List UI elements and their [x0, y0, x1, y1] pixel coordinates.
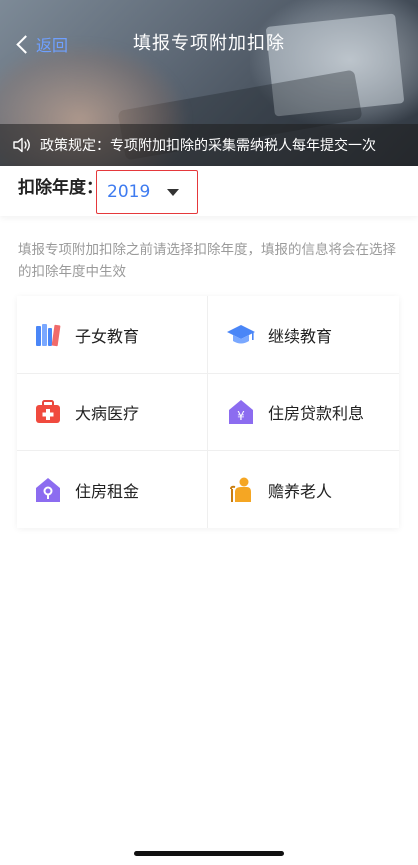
item-label: 子女教育	[75, 326, 140, 346]
item-housing-rent[interactable]: 住房租金	[17, 451, 208, 528]
deduction-grid: 子女教育 继续教育 大病医疗 ¥ 住房贷款利息 住房租金 赡养老人	[17, 296, 399, 528]
page-title: 填报专项附加扣除	[133, 33, 285, 54]
item-label: 继续教育	[268, 326, 333, 346]
year-label: 扣除年度：	[18, 178, 103, 198]
notice-text: 政策规定：专项附加扣除的采集需纳税人每年提交一次	[40, 138, 376, 154]
house-key-icon	[33, 475, 63, 505]
item-child-education[interactable]: 子女教育	[17, 296, 208, 374]
caret-down-icon	[167, 189, 179, 196]
elderly-person-icon	[226, 475, 256, 505]
item-housing-loan-interest[interactable]: ¥ 住房贷款利息	[208, 374, 399, 451]
item-label: 住房租金	[75, 481, 140, 501]
item-label: 赡养老人	[268, 481, 333, 501]
item-serious-illness[interactable]: 大病医疗	[17, 374, 208, 451]
item-elderly-support[interactable]: 赡养老人	[208, 451, 399, 528]
year-dropdown[interactable]: 2019	[96, 170, 198, 214]
item-label: 住房贷款利息	[268, 404, 365, 423]
home-indicator[interactable]	[134, 851, 284, 856]
policy-notice: 政策规定：专项附加扣除的采集需纳税人每年提交一次	[0, 124, 418, 166]
item-label: 大病医疗	[75, 404, 140, 423]
item-continuing-education[interactable]: 继续教育	[208, 296, 399, 374]
screen: 返回 填报专项附加扣除 政策规定：专项附加扣除的采集需纳税人每年提交一次 扣除年…	[0, 0, 418, 865]
year-value: 2019	[107, 182, 151, 202]
books-icon	[33, 320, 63, 350]
nav-bar: 返回 填报专项附加扣除	[0, 28, 418, 60]
medical-kit-icon	[33, 397, 63, 427]
hint-text: 填报专项附加扣除之前请选择扣除年度，填报的信息将会在选择的扣除年度中生效	[18, 242, 396, 280]
svg-text:¥: ¥	[237, 409, 245, 423]
speaker-icon	[13, 137, 30, 153]
year-row: 扣除年度： 2019	[0, 166, 418, 216]
header-banner: 返回 填报专项附加扣除 政策规定：专项附加扣除的采集需纳税人每年提交一次	[0, 0, 418, 166]
graduation-cap-icon	[226, 320, 256, 350]
house-yen-icon: ¥	[226, 397, 256, 427]
